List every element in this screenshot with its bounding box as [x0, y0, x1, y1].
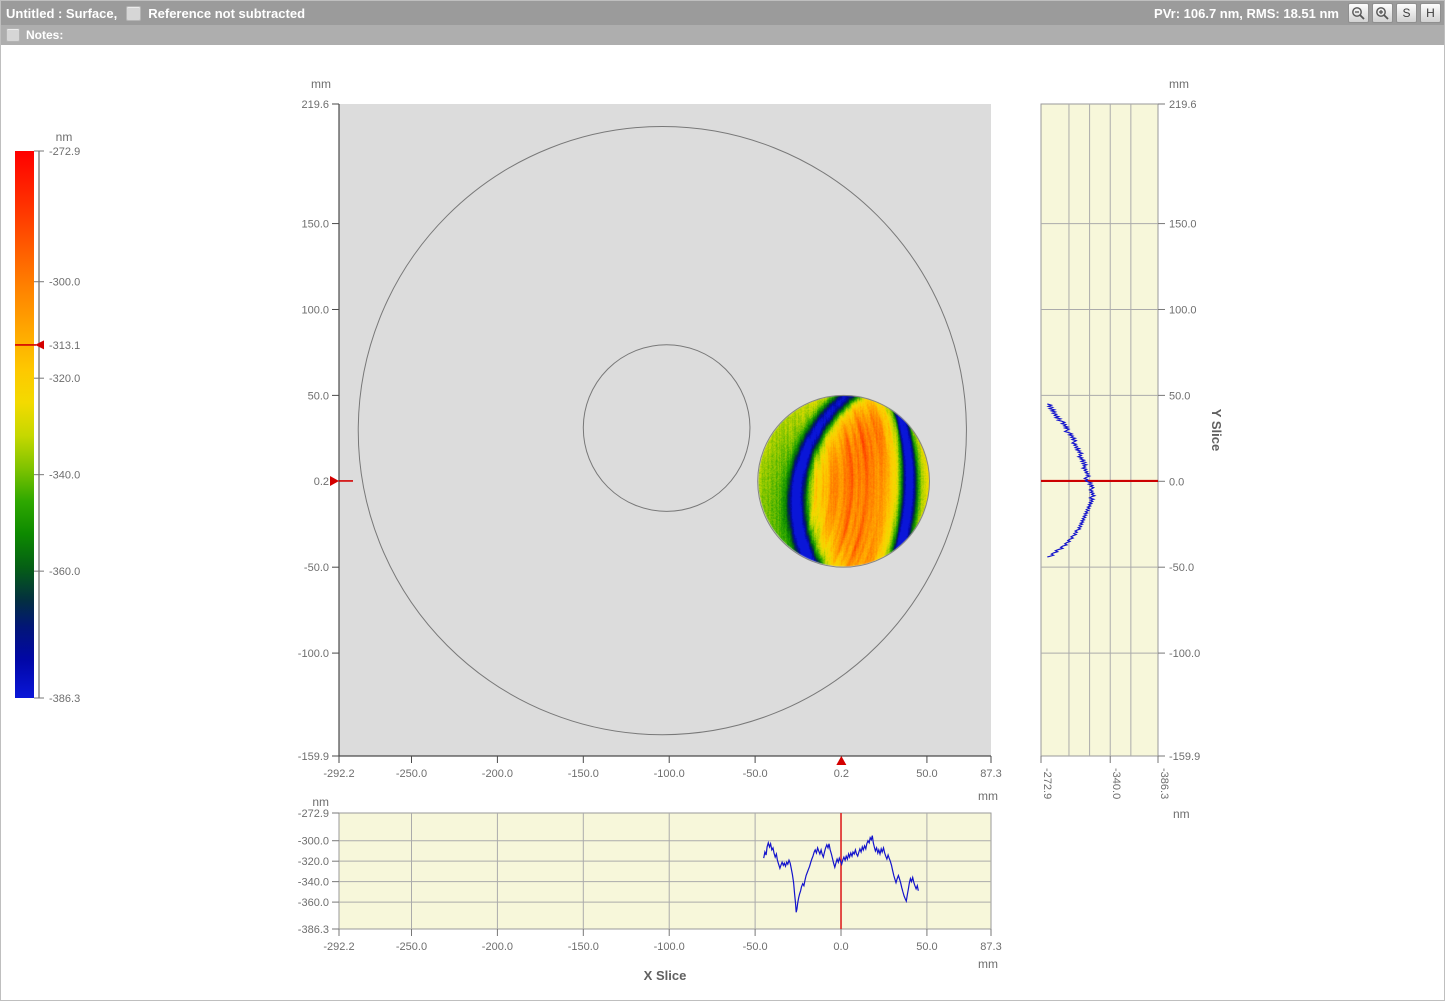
colorbar-tick-label: -272.9 — [49, 146, 80, 158]
main-y-tick-label: 100.0 — [301, 304, 329, 316]
main-x-tick-label: -200.0 — [482, 768, 513, 780]
notes-bar: Notes: — [1, 25, 1444, 45]
main-y-tick-label: 219.6 — [301, 99, 329, 111]
x-slice-pos-tick-label: -292.2 — [323, 941, 354, 953]
x-slice-unit-left-label: nm — [312, 795, 329, 809]
part-inner-circle-outline — [583, 345, 750, 512]
data-patch-outline — [758, 395, 930, 567]
main-x-tick-label: 0.2 — [834, 768, 849, 780]
reference-flag-label: Reference not subtracted — [148, 6, 305, 21]
notes-checkbox[interactable] — [6, 28, 20, 42]
y-slice-value-tick-label: -272.9 — [1041, 768, 1053, 799]
main-y-tick-label: -159.9 — [298, 751, 329, 763]
surface-analysis-window: Untitled : Surface, Reference not subtra… — [0, 0, 1445, 1001]
colorbar-unit-label: nm — [56, 130, 73, 144]
colorbar-tick-label: -313.1 — [49, 340, 80, 352]
x-slice-title: X Slice — [644, 968, 687, 983]
main-y-tick-label: -50.0 — [304, 562, 329, 574]
colorbar-tick-label: -320.0 — [49, 373, 80, 385]
x-slice-value-tick-label: -340.0 — [298, 877, 329, 889]
y-slice-pos-tick-label: -100.0 — [1169, 648, 1200, 660]
y-slice-panel — [1041, 104, 1158, 756]
y-slice-pos-tick-label: 50.0 — [1169, 390, 1190, 402]
main-x-tick-label: -292.2 — [323, 768, 354, 780]
y-slice-unit-top-label: mm — [1169, 77, 1189, 91]
y-slice-value-tick-label: -386.3 — [1158, 768, 1170, 799]
x-slice-unit-bottom-label: mm — [978, 957, 998, 971]
x-slice-value-tick-label: -300.0 — [298, 836, 329, 848]
main-y-tick-label: 0.2 — [314, 476, 329, 488]
y-slice-pos-tick-label: -50.0 — [1169, 562, 1194, 574]
y-slice-pos-tick-label: 219.6 — [1169, 99, 1197, 111]
y-slice-pos-tick-label: 0.0 — [1169, 476, 1184, 488]
main-y-tick-label: 50.0 — [308, 390, 329, 402]
colorbar-tick-label: -360.0 — [49, 566, 80, 578]
x-slice-pos-tick-label: 50.0 — [916, 941, 937, 953]
x-slice-pos-tick-label: -50.0 — [743, 941, 768, 953]
x-slice-value-tick-label: -320.0 — [298, 856, 329, 868]
y-slice-value-tick-label: -340.0 — [1110, 768, 1122, 799]
main-x-tick-label: -50.0 — [743, 768, 768, 780]
plot-area: nm-272.9-300.0-313.1-320.0-340.0-360.0-3… — [1, 45, 1445, 1001]
s-button[interactable]: S — [1396, 3, 1417, 23]
x-slice-pos-tick-label: 87.3 — [980, 941, 1001, 953]
x-slice-pos-tick-label: -200.0 — [482, 941, 513, 953]
h-button[interactable]: H — [1420, 3, 1441, 23]
x-slice-pos-tick-label: 0.0 — [833, 941, 848, 953]
y-slice-position-marker[interactable] — [330, 476, 339, 486]
y-slice-unit-bottom-label: nm — [1173, 807, 1190, 821]
main-y-tick-label: 150.0 — [301, 219, 329, 231]
y-slice-title: Y Slice — [1209, 409, 1224, 451]
zoom-in-button[interactable] — [1372, 3, 1393, 23]
main-x-tick-label: -150.0 — [568, 768, 599, 780]
x-slice-value-tick-label: -386.3 — [298, 924, 329, 936]
colorbar-gradient — [15, 151, 34, 698]
x-slice-pos-tick-label: -150.0 — [568, 941, 599, 953]
y-slice-pos-tick-label: 150.0 — [1169, 219, 1197, 231]
plot-graphics: nm-272.9-300.0-313.1-320.0-340.0-360.0-3… — [1, 45, 1445, 1001]
colorbar-tick-label: -386.3 — [49, 693, 80, 705]
main-x-tick-label: -100.0 — [654, 768, 685, 780]
main-x-unit-label: mm — [978, 789, 998, 803]
x-slice-value-tick-label: -360.0 — [298, 897, 329, 909]
window-title: Untitled : Surface, — [1, 6, 117, 21]
zoom-out-button[interactable] — [1348, 3, 1369, 23]
x-slice-pos-tick-label: -100.0 — [654, 941, 685, 953]
x-slice-value-tick-label: -272.9 — [298, 808, 329, 820]
colorbar-tick-label: -340.0 — [49, 470, 80, 482]
magnifier-minus-icon — [1351, 6, 1366, 21]
stats-readout: PVr: 106.7 nm, RMS: 18.51 nm — [1154, 6, 1345, 21]
y-slice-pos-tick-label: -159.9 — [1169, 751, 1200, 763]
reference-checkbox[interactable] — [126, 6, 141, 21]
toolbar: S H — [1345, 3, 1444, 23]
y-slice-pos-tick-label: 100.0 — [1169, 304, 1197, 316]
main-x-tick-label: 87.3 — [980, 768, 1001, 780]
x-slice-position-marker[interactable] — [836, 756, 846, 765]
title-bar: Untitled : Surface, Reference not subtra… — [1, 1, 1444, 25]
colorbar-tick-label: -300.0 — [49, 277, 80, 289]
magnifier-plus-icon — [1375, 6, 1390, 21]
notes-label: Notes: — [26, 28, 63, 42]
part-outer-circle-outline — [358, 127, 966, 735]
main-y-tick-label: -100.0 — [298, 648, 329, 660]
main-x-tick-label: -250.0 — [396, 768, 427, 780]
main-x-tick-label: 50.0 — [916, 768, 937, 780]
x-slice-pos-tick-label: -250.0 — [396, 941, 427, 953]
main-y-unit-label: mm — [311, 77, 331, 91]
